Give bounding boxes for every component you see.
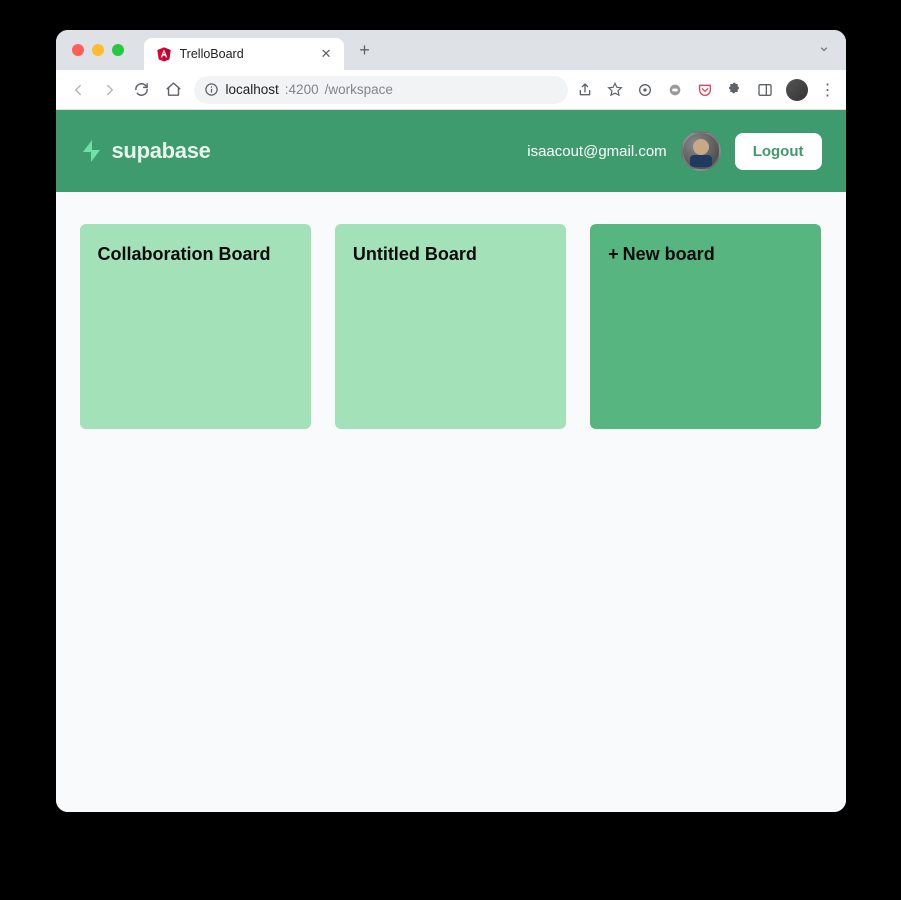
- angular-favicon-icon: [156, 46, 172, 62]
- tab-close-icon[interactable]: ✕: [321, 46, 332, 62]
- browser-window: TrelloBoard ✕ + localhost :4200/workspace: [56, 30, 846, 812]
- bookmark-star-icon[interactable]: [606, 81, 624, 99]
- share-icon[interactable]: [576, 81, 594, 99]
- browser-tab[interactable]: TrelloBoard ✕: [144, 38, 344, 70]
- brand-logo[interactable]: supabase: [80, 138, 211, 164]
- user-email: isaacout@gmail.com: [527, 143, 666, 160]
- profile-avatar-icon[interactable]: [786, 79, 808, 101]
- address-bar[interactable]: localhost :4200/workspace: [194, 76, 568, 104]
- new-board-label: +New board: [608, 244, 803, 265]
- back-button[interactable]: [66, 78, 90, 102]
- extensions-puzzle-icon[interactable]: [726, 81, 744, 99]
- url-port: :4200: [285, 82, 319, 97]
- workspace-content: Collaboration Board Untitled Board +New …: [56, 192, 846, 812]
- supabase-logo-icon: [80, 139, 104, 163]
- brand-name: supabase: [112, 138, 211, 164]
- header-right: isaacout@gmail.com Logout: [527, 131, 821, 171]
- window-close-button[interactable]: [72, 44, 84, 56]
- extension-icon[interactable]: [636, 81, 654, 99]
- board-title: Collaboration Board: [98, 244, 293, 265]
- panel-icon[interactable]: [756, 81, 774, 99]
- browser-toolbar: localhost :4200/workspace: [56, 70, 846, 110]
- board-card[interactable]: Untitled Board: [335, 224, 566, 429]
- plus-icon: +: [608, 244, 619, 264]
- window-controls: [66, 44, 132, 56]
- new-board-text: New board: [623, 244, 715, 264]
- boards-grid: Collaboration Board Untitled Board +New …: [80, 224, 822, 429]
- board-card[interactable]: Collaboration Board: [80, 224, 311, 429]
- user-avatar[interactable]: [681, 131, 721, 171]
- forward-button[interactable]: [98, 78, 122, 102]
- board-title: Untitled Board: [353, 244, 548, 265]
- tabs-dropdown-icon[interactable]: [818, 43, 830, 58]
- home-button[interactable]: [162, 78, 186, 102]
- pocket-icon[interactable]: [696, 81, 714, 99]
- new-board-card[interactable]: +New board: [590, 224, 821, 429]
- window-minimize-button[interactable]: [92, 44, 104, 56]
- browser-menu-icon[interactable]: ⋮: [820, 80, 836, 100]
- tab-title: TrelloBoard: [180, 47, 313, 61]
- new-tab-button[interactable]: +: [352, 37, 378, 63]
- app-header: supabase isaacout@gmail.com Logout: [56, 110, 846, 192]
- browser-tab-bar: TrelloBoard ✕ +: [56, 30, 846, 70]
- extension-badge-icon[interactable]: [666, 81, 684, 99]
- window-fullscreen-button[interactable]: [112, 44, 124, 56]
- logout-button[interactable]: Logout: [735, 133, 822, 170]
- site-info-icon[interactable]: [204, 82, 220, 98]
- url-path: /workspace: [325, 82, 393, 97]
- reload-button[interactable]: [130, 78, 154, 102]
- toolbar-right-icons: ⋮: [576, 79, 836, 101]
- url-host: localhost: [226, 82, 279, 97]
